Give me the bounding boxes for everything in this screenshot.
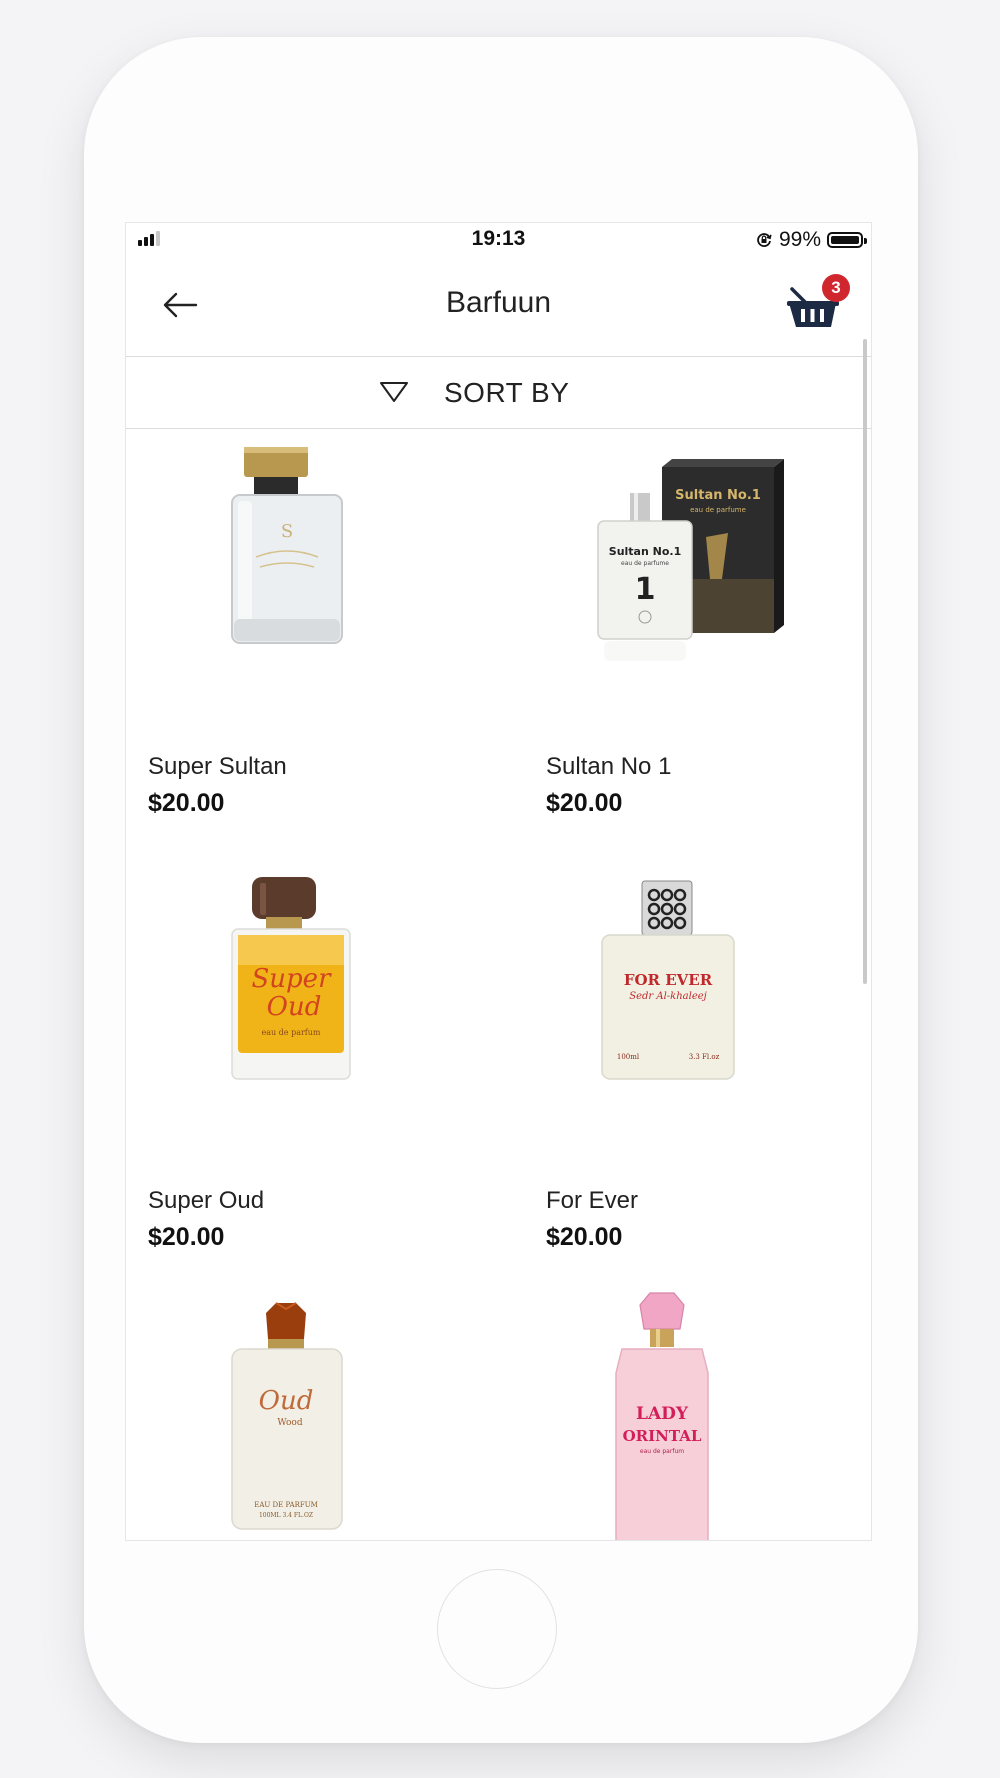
product-card-for-ever[interactable]: FOR EVER Sedr Al-khaleej 100ml 3.3 Fl.oz…: [524, 863, 854, 1263]
svg-text:Oud: Oud: [267, 992, 322, 1022]
scrollbar[interactable]: [863, 339, 867, 984]
product-price: $20.00: [148, 789, 225, 817]
svg-text:Sultan No.1: Sultan No.1: [675, 488, 761, 503]
svg-text:LADY: LADY: [636, 1404, 689, 1424]
status-bar: 19:13 99%: [126, 223, 871, 253]
product-price: $20.00: [546, 1223, 623, 1251]
sort-label: SORT BY: [444, 377, 570, 408]
svg-text:Sultan No.1: Sultan No.1: [609, 545, 681, 558]
svg-text:eau de parfume: eau de parfume: [621, 560, 669, 567]
product-card-lady-orintal[interactable]: LADY ORINTAL eau de parfum: [524, 1283, 854, 1540]
product-image-lady-orintal: LADY ORINTAL eau de parfum: [615, 1292, 709, 1540]
product-name: Super Sultan: [148, 753, 287, 780]
svg-text:FOR EVER: FOR EVER: [624, 971, 713, 989]
svg-text:1: 1: [635, 572, 656, 607]
product-image-super-sultan: S: [231, 447, 343, 644]
battery-percent: 99%: [778, 228, 821, 251]
svg-text:Oud: Oud: [259, 1386, 314, 1416]
triangle-down-icon: [380, 382, 408, 402]
svg-text:100ml: 100ml: [617, 1053, 640, 1061]
product-card-super-sultan[interactable]: S Super Sultan $20.00: [126, 429, 456, 829]
product-card-oud-wood[interactable]: Oud Wood EAU DE PARFUM 100ML 3.4 FL.OZ: [126, 1283, 456, 1540]
svg-text:ORINTAL: ORINTAL: [623, 1427, 702, 1445]
product-name: For Ever: [546, 1187, 639, 1214]
svg-text:Super: Super: [251, 964, 332, 994]
product-card-super-oud[interactable]: Super Oud eau de parfum Super Oud $20.00: [126, 863, 456, 1263]
svg-text:eau de parfum: eau de parfum: [261, 1028, 320, 1037]
product-name: Sultan No 1: [546, 753, 672, 780]
product-price: $20.00: [546, 789, 623, 817]
product-name: Super Oud: [148, 1187, 265, 1214]
svg-text:eau de parfume: eau de parfume: [690, 506, 746, 514]
svg-text:eau de parfum: eau de parfum: [640, 1448, 684, 1455]
svg-text:EAU DE PARFUM: EAU DE PARFUM: [254, 1501, 318, 1509]
page-title: Barfuun: [445, 286, 552, 319]
product-card-sultan-no-1[interactable]: Sultan No.1 eau de parfume Sultan No.1 e…: [524, 429, 854, 829]
svg-text:Wood: Wood: [277, 1418, 302, 1428]
product-image-super-oud: Super Oud eau de parfum: [231, 877, 351, 1080]
orientation-lock-icon: [757, 233, 772, 247]
svg-text:Sedr Al-khaleej: Sedr Al-khaleej: [629, 991, 707, 1002]
app-screen: 19:13 99% Barfuun 3 SORT BY S Super Sult…: [126, 223, 871, 1540]
product-image-oud-wood: Oud Wood EAU DE PARFUM 100ML 3.4 FL.OZ: [231, 1302, 343, 1530]
product-price: $20.00: [148, 1223, 225, 1251]
svg-text:3.3 Fl.oz: 3.3 Fl.oz: [689, 1053, 720, 1061]
sort-by-button[interactable]: SORT BY: [126, 357, 871, 429]
app-header: Barfuun 3: [126, 253, 871, 357]
battery-icon: [827, 232, 867, 248]
product-image-sultan-no-1: Sultan No.1 eau de parfume Sultan No.1 e…: [597, 459, 784, 661]
cart-count-badge: 3: [822, 274, 850, 302]
product-image-for-ever: FOR EVER Sedr Al-khaleej 100ml 3.3 Fl.oz: [601, 880, 735, 1080]
svg-text:S: S: [281, 521, 293, 542]
home-button[interactable]: [437, 1569, 557, 1689]
svg-text:100ML 3.4 FL.OZ: 100ML 3.4 FL.OZ: [259, 1512, 313, 1519]
